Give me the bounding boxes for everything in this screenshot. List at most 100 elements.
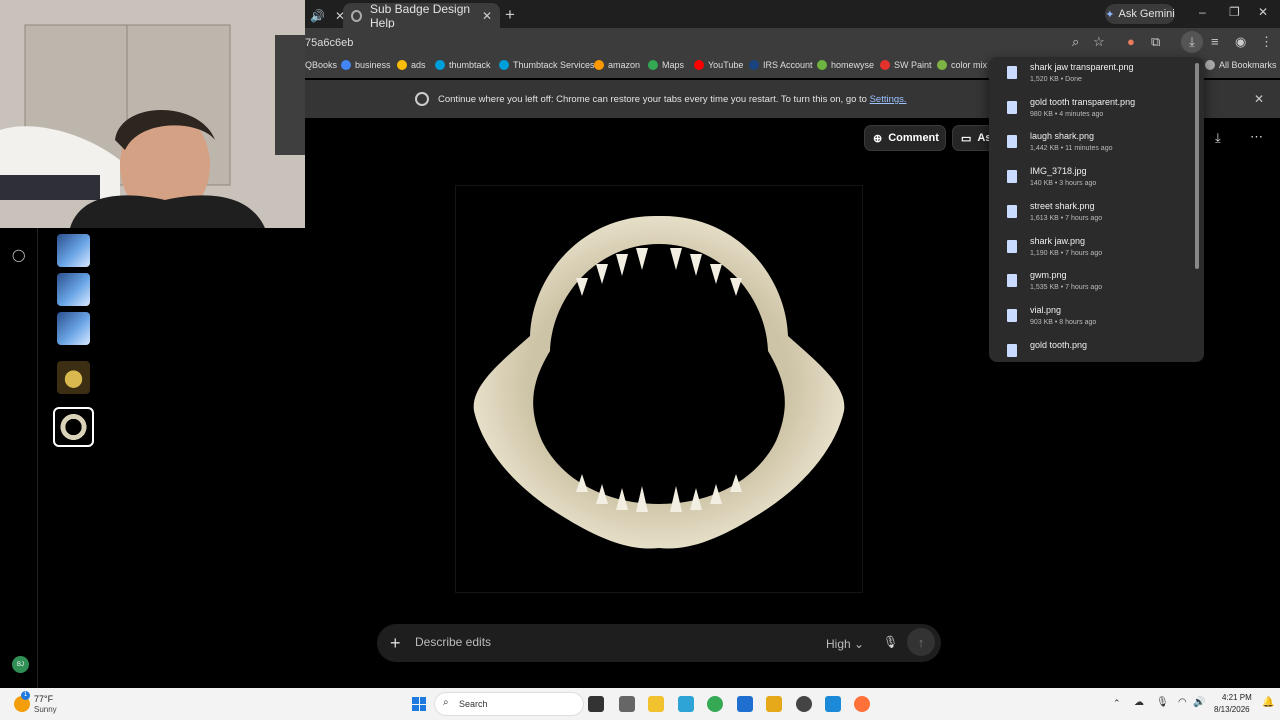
left-rail — [0, 228, 38, 688]
add-attachment-icon[interactable]: + — [390, 633, 401, 654]
thumbnail-1[interactable] — [57, 234, 90, 267]
bookmark-label: SW Paint — [894, 60, 932, 70]
downloads-scrollbar[interactable] — [1195, 63, 1199, 269]
download-filename: shark jaw.png — [1030, 235, 1086, 246]
download-item[interactable]: gold tooth transparent.png 980 KB • 4 min… — [989, 92, 1194, 126]
download-item[interactable]: vial.png 903 KB • 8 hours ago — [989, 300, 1194, 334]
thumbnail-4[interactable] — [57, 361, 90, 394]
download-item[interactable]: shark jaw.png 1,190 KB • 7 hours ago — [989, 231, 1194, 265]
extension-icon[interactable]: ● — [1127, 34, 1135, 49]
github-icon[interactable] — [796, 696, 812, 712]
bookmark-item[interactable]: ads — [397, 60, 426, 70]
profile-icon[interactable]: ◉ — [1235, 34, 1246, 50]
thumbnail-5[interactable] — [57, 411, 90, 443]
download-item[interactable]: street shark.png 1,613 KB • 7 hours ago — [989, 196, 1194, 230]
minimize-button[interactable]: – — [1199, 5, 1206, 19]
bookmark-item[interactable]: IRS Account — [749, 60, 813, 70]
restore-window-button[interactable]: ❐ — [1229, 5, 1240, 19]
ask-gemini-button[interactable]: ✦ Ask Gemini — [1105, 4, 1175, 24]
send-button[interactable]: ↑ — [907, 628, 935, 656]
webcam-video — [0, 0, 305, 228]
file-icon — [1007, 66, 1017, 79]
tray-chevron-icon[interactable]: ⌃ — [1113, 698, 1121, 709]
bookmark-item[interactable]: QBooks — [305, 60, 337, 70]
bookmark-favicon-icon — [499, 60, 509, 70]
ask-button[interactable]: ▭ As — [952, 125, 992, 151]
file-icon — [1007, 308, 1017, 322]
downloads-icon[interactable]: ⤓ — [1181, 31, 1203, 53]
chat-icon[interactable]: ◯ — [12, 248, 25, 262]
zoom-icon[interactable]: ⌕ — [1072, 34, 1079, 50]
download-item[interactable]: gold tooth.png — [989, 335, 1194, 362]
bookmark-item[interactable]: homewyse — [817, 60, 874, 70]
close-infobar-icon[interactable]: ✕ — [1254, 92, 1264, 106]
bookmark-item[interactable]: YouTube — [694, 60, 743, 70]
thumbnail-3[interactable] — [57, 312, 90, 345]
bookmark-favicon-icon — [937, 60, 947, 70]
mic-tray-icon[interactable]: 🎙 — [1156, 697, 1169, 708]
reading-list-icon[interactable]: ≡ — [1211, 34, 1219, 49]
bookmark-label: YouTube — [708, 60, 744, 70]
download-item[interactable]: shark jaw transparent.png 1,520 KB • Done — [989, 57, 1194, 91]
previous-tab[interactable]: 🔊 ✕ — [300, 3, 345, 28]
bookmark-item[interactable]: All Bookmarks — [1205, 60, 1277, 70]
bookmark-item[interactable]: SW Paint — [880, 60, 932, 70]
cloud-icon[interactable]: ☁ — [1134, 697, 1144, 708]
avatar[interactable]: BJ — [12, 656, 29, 673]
microphone-icon[interactable]: 🎙 — [883, 635, 898, 649]
comment-label: Comment — [888, 132, 939, 144]
new-tab-button[interactable]: + — [505, 5, 515, 25]
download-meta: 140 KB • 3 hours ago — [1030, 180, 1097, 188]
more-options-icon[interactable]: ⋯ — [1250, 129, 1263, 145]
settings-link[interactable]: Settings. — [870, 94, 907, 105]
edge-icon[interactable] — [678, 696, 694, 712]
download-item[interactable]: IMG_3718.jpg 140 KB • 3 hours ago — [989, 161, 1194, 195]
firefox-icon[interactable] — [854, 696, 870, 712]
bookmark-item[interactable]: amazon — [594, 60, 640, 70]
tab-active[interactable]: Sub Badge Design Help ✕ — [343, 2, 500, 30]
bookmark-item[interactable]: color mix — [937, 60, 987, 70]
app-store-icon[interactable] — [825, 696, 841, 712]
download-image-icon[interactable]: ⤓ — [1215, 130, 1221, 146]
file-explorer-icon[interactable] — [648, 696, 664, 712]
download-item[interactable]: laugh shark.png 1,442 KB • 11 minutes ago — [989, 126, 1194, 160]
thumbnail-2[interactable] — [57, 273, 90, 306]
chevron-down-icon: ⌄ — [854, 637, 865, 651]
download-meta: 1,520 KB • Done — [1030, 76, 1082, 83]
bookmark-star-icon[interactable]: ☆ — [1093, 34, 1105, 50]
quality-select[interactable]: High ⌄ — [826, 637, 864, 651]
bookmark-label: amazon — [608, 60, 641, 70]
bookmark-favicon-icon — [341, 60, 351, 70]
file-icon — [1007, 274, 1017, 288]
extensions-puzzle-icon[interactable]: ⧉ — [1151, 34, 1160, 50]
chrome-taskbar-icon[interactable] — [707, 696, 723, 712]
app-icon[interactable] — [766, 696, 782, 712]
bookmark-favicon-icon — [648, 60, 658, 70]
download-item[interactable]: gwm.png 1,535 KB • 7 hours ago — [989, 265, 1194, 299]
tab-close-icon[interactable]: ✕ — [482, 9, 492, 23]
wifi-icon[interactable]: ◠ — [1178, 697, 1187, 708]
bookmark-label: thumbtack — [449, 60, 491, 70]
notes-icon[interactable] — [737, 696, 753, 712]
taskbar-search[interactable] — [434, 692, 584, 716]
gemini-sparkle-icon: ✦ — [1105, 8, 1115, 21]
bookmark-label: homewyse — [831, 60, 875, 70]
download-filename: shark jaw transparent.png — [1030, 62, 1134, 72]
bookmark-item[interactable]: Maps — [648, 60, 684, 70]
task-view-icon[interactable] — [588, 696, 604, 712]
address-bar[interactable]: 75a6c6eb — [305, 37, 353, 49]
volume-icon[interactable]: 🔊 — [1193, 697, 1205, 708]
bookmark-item[interactable]: Thumbtack Services — [499, 60, 595, 70]
notepad-icon[interactable] — [619, 696, 635, 712]
prompt-input[interactable]: Describe edits — [415, 635, 491, 649]
comment-button[interactable]: ⊕ Comment — [864, 125, 946, 151]
clock-time[interactable]: 4:21 PM — [1222, 693, 1252, 702]
menu-icon[interactable]: ⋮ — [1260, 34, 1273, 50]
close-window-button[interactable]: ✕ — [1258, 5, 1268, 19]
bookmark-item[interactable]: thumbtack — [435, 60, 491, 70]
bookmark-item[interactable]: business — [341, 60, 391, 70]
notification-bell-icon[interactable]: 🔔 — [1262, 697, 1274, 708]
start-button-icon[interactable] — [412, 697, 426, 711]
download-filename: gold tooth transparent.png — [1030, 96, 1136, 107]
clock-date[interactable]: 8/13/2026 — [1214, 705, 1250, 714]
